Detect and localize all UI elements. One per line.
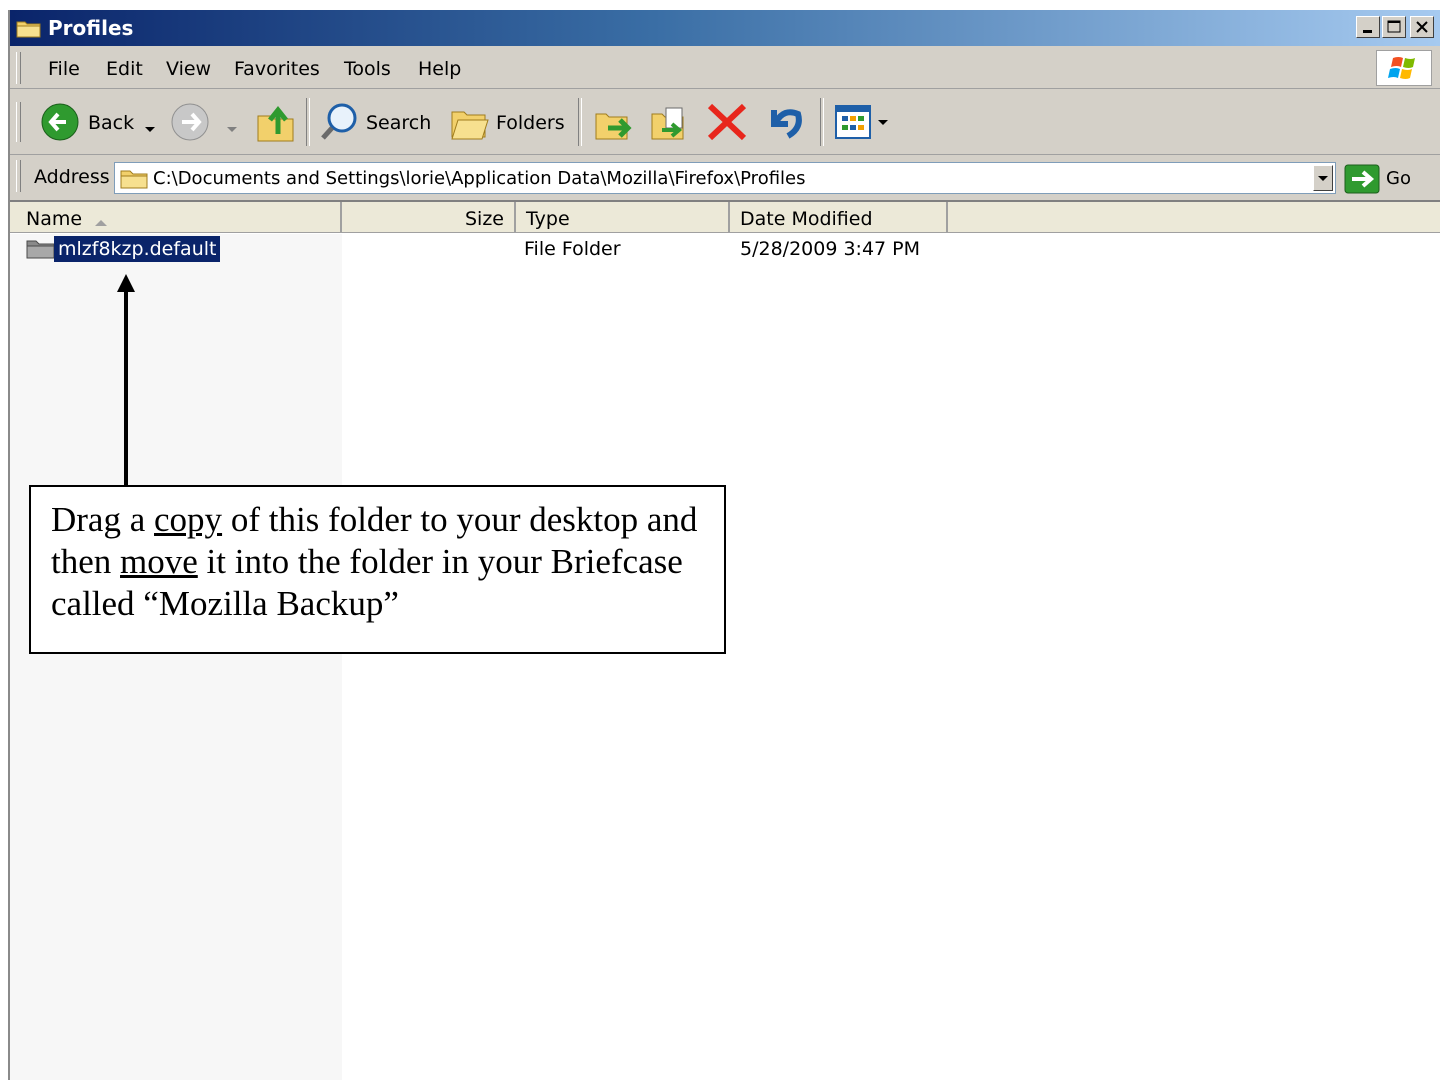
address-dropdown-button[interactable] bbox=[1313, 165, 1333, 191]
column-size-label: Size bbox=[464, 208, 504, 230]
copy-to-icon[interactable] bbox=[648, 100, 692, 149]
undo-icon[interactable] bbox=[762, 100, 806, 149]
folders-icon[interactable] bbox=[448, 100, 496, 149]
search-icon[interactable] bbox=[318, 100, 362, 149]
column-type[interactable]: Type bbox=[516, 202, 730, 232]
column-date-label: Date Modified bbox=[740, 208, 873, 230]
address-bar: Address C:\Documents and Settings\lorie\… bbox=[10, 156, 1440, 202]
forward-dropdown-icon[interactable] bbox=[226, 118, 238, 140]
callout-copy-word: copy bbox=[154, 500, 223, 539]
address-input[interactable]: C:\Documents and Settings\lorie\Applicat… bbox=[114, 162, 1336, 194]
column-name[interactable]: Name bbox=[10, 202, 342, 232]
go-arrow-icon[interactable] bbox=[1344, 164, 1380, 199]
file-name[interactable]: mlzf8kzp.default bbox=[54, 236, 221, 262]
go-button[interactable]: Go bbox=[1386, 168, 1411, 189]
folder-icon bbox=[26, 238, 56, 265]
callout-move-word: move bbox=[120, 542, 198, 581]
file-type: File Folder bbox=[524, 238, 621, 260]
back-dropdown-icon[interactable] bbox=[144, 118, 156, 140]
close-button[interactable] bbox=[1410, 16, 1434, 38]
up-folder-icon[interactable] bbox=[254, 100, 298, 149]
folder-icon bbox=[119, 166, 149, 195]
column-header: Name Size Type Date Modified bbox=[10, 202, 1440, 233]
table-row[interactable]: mlzf8kzp.default File Folder 5/28/2009 3… bbox=[10, 234, 1440, 264]
menu-tools[interactable]: Tools bbox=[344, 58, 391, 80]
menu-file[interactable]: File bbox=[48, 58, 80, 80]
column-name-label: Name bbox=[26, 208, 83, 230]
search-button[interactable]: Search bbox=[366, 112, 431, 134]
sort-ascending-icon bbox=[94, 211, 108, 233]
delete-icon[interactable] bbox=[706, 102, 748, 147]
instruction-callout: Drag a copy of this folder to your deskt… bbox=[29, 485, 726, 654]
title-bar[interactable]: Profiles bbox=[10, 10, 1440, 46]
back-button[interactable]: Back bbox=[88, 112, 134, 134]
column-size[interactable]: Size bbox=[342, 202, 516, 232]
standard-toolbar: Back Search Folders bbox=[10, 90, 1440, 155]
column-type-label: Type bbox=[526, 208, 570, 230]
move-to-icon[interactable] bbox=[592, 100, 636, 149]
callout-arrow-icon bbox=[115, 274, 137, 491]
maximize-button[interactable] bbox=[1382, 16, 1406, 38]
menu-edit[interactable]: Edit bbox=[106, 58, 143, 80]
menu-favorites[interactable]: Favorites bbox=[234, 58, 320, 80]
menu-help[interactable]: Help bbox=[418, 58, 461, 80]
window-title: Profiles bbox=[48, 16, 134, 40]
menu-view[interactable]: View bbox=[166, 58, 211, 80]
address-grip[interactable] bbox=[16, 160, 21, 192]
folder-icon bbox=[16, 18, 42, 43]
views-icon[interactable] bbox=[832, 102, 896, 147]
column-date-modified[interactable]: Date Modified bbox=[730, 202, 948, 232]
toolbar-separator bbox=[578, 98, 582, 146]
folders-button[interactable]: Folders bbox=[496, 112, 565, 134]
menu-grip[interactable] bbox=[16, 52, 21, 84]
toolbar-separator bbox=[306, 98, 310, 146]
minimize-button[interactable] bbox=[1356, 16, 1380, 38]
callout-text-1: Drag a bbox=[51, 500, 155, 539]
address-value: C:\Documents and Settings\lorie\Applicat… bbox=[153, 168, 806, 189]
windows-logo bbox=[1376, 50, 1432, 86]
toolbar-separator bbox=[820, 98, 824, 146]
back-arrow-icon[interactable] bbox=[40, 102, 80, 147]
file-date-modified: 5/28/2009 3:47 PM bbox=[740, 238, 921, 260]
toolbar-grip[interactable] bbox=[16, 102, 21, 142]
name-column-shade bbox=[10, 234, 342, 1080]
forward-arrow-icon[interactable] bbox=[170, 102, 210, 147]
address-label: Address bbox=[34, 166, 110, 188]
menu-bar: File Edit View Favorites Tools Help bbox=[10, 48, 1440, 89]
